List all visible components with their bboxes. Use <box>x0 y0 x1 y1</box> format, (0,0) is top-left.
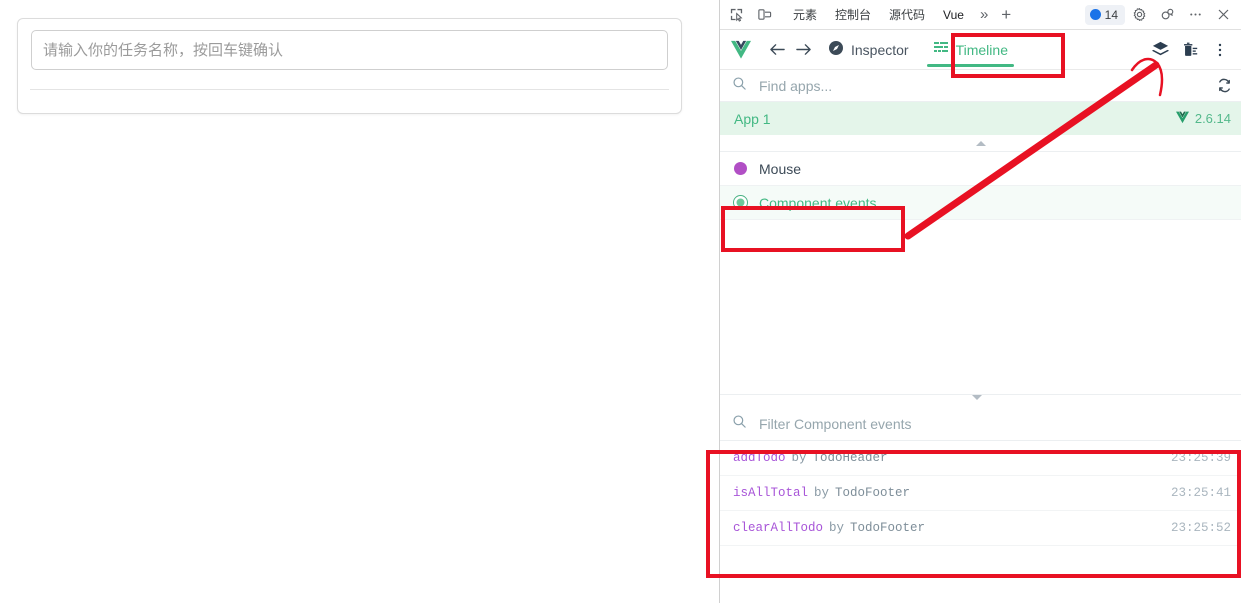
event-by-label: by <box>814 486 830 500</box>
feedback-icon[interactable] <box>1153 2 1181 28</box>
inspect-element-icon[interactable] <box>722 2 750 28</box>
screen: 元素 控制台 源代码 Vue » + 14 <box>0 0 1241 603</box>
forward-arrow-icon[interactable] <box>790 37 816 63</box>
timeline-layer-label: Component events <box>759 194 877 211</box>
vue-devtools-toolbar: Inspector Timeline <box>720 30 1241 70</box>
find-apps-row <box>720 70 1241 102</box>
issues-count: 14 <box>1104 7 1118 22</box>
web-page-pane <box>0 0 719 603</box>
event-component: TodoFooter <box>835 486 911 500</box>
event-time: 23:25:39 <box>1170 451 1231 465</box>
layer-color-dot-icon <box>734 196 747 209</box>
search-icon <box>732 76 747 96</box>
close-icon[interactable] <box>1209 2 1237 28</box>
event-by-label: by <box>829 521 845 535</box>
event-name: addTodo <box>733 451 786 465</box>
event-row[interactable]: addTodo by TodoHeader 23:25:39 <box>720 441 1241 476</box>
timeline-grid-icon <box>933 41 949 58</box>
event-by-label: by <box>791 451 807 465</box>
vue-logo-icon <box>730 40 752 60</box>
chevron-down-icon <box>971 395 982 400</box>
event-list: addTodo by TodoHeader 23:25:39 isAllTota… <box>720 440 1241 546</box>
tab-inspector[interactable]: Inspector <box>816 30 921 70</box>
timeline-layer-component-events[interactable]: Component events <box>720 186 1241 220</box>
devtools-tabbar-actions: 14 <box>1084 2 1241 28</box>
tab-inspector-label: Inspector <box>851 41 909 58</box>
app-version: 2.6.14 <box>1175 111 1231 127</box>
devtools-tabbar: 元素 控制台 源代码 Vue » + 14 <box>720 0 1241 30</box>
timeline-layers: Mouse Component events <box>720 135 1241 394</box>
event-component: TodoHeader <box>812 451 888 465</box>
event-pane-resize-handle[interactable] <box>720 394 1241 408</box>
tab-vue[interactable]: Vue <box>934 0 973 29</box>
timeline-layer-label: Mouse <box>759 160 802 177</box>
event-time: 23:25:41 <box>1170 486 1231 500</box>
event-time: 23:25:52 <box>1170 521 1231 535</box>
issue-dot-icon <box>1089 9 1101 20</box>
vertical-dots-icon[interactable] <box>1206 36 1234 64</box>
layers-collapse-handle[interactable] <box>720 135 1241 152</box>
add-tab-button[interactable]: + <box>995 1 1017 29</box>
event-filter-input[interactable] <box>757 415 1241 433</box>
device-toolbar-icon[interactable] <box>750 2 778 28</box>
event-name: isAllTotal <box>733 486 809 500</box>
refresh-icon[interactable] <box>1207 71 1241 101</box>
issues-badge[interactable]: 14 <box>1084 4 1125 25</box>
gear-icon[interactable] <box>1125 2 1153 28</box>
todo-card <box>17 18 682 114</box>
devtools-panel: 元素 控制台 源代码 Vue » + 14 Inspector Timeline… <box>720 0 1241 603</box>
tab-elements[interactable]: 元素 <box>784 1 826 29</box>
more-options-icon[interactable] <box>1181 2 1209 28</box>
layer-color-dot-icon <box>734 162 747 175</box>
event-row[interactable]: clearAllTodo by TodoFooter 23:25:52 <box>720 511 1241 546</box>
timeline-layer-mouse[interactable]: Mouse <box>720 152 1241 186</box>
app-name: App 1 <box>734 110 771 127</box>
vue-logo-icon <box>1175 111 1190 127</box>
chevron-up-icon <box>975 140 986 146</box>
event-row[interactable]: isAllTotal by TodoFooter 23:25:41 <box>720 476 1241 511</box>
tab-timeline-label: Timeline <box>955 41 1008 58</box>
todo-divider <box>30 89 669 90</box>
event-component: TodoFooter <box>850 521 926 535</box>
compass-icon <box>828 40 844 59</box>
vue-toolbar-actions <box>1146 36 1241 64</box>
app-selector-row[interactable]: App 1 2.6.14 <box>720 102 1241 135</box>
event-filter-row <box>720 408 1241 440</box>
trash-clear-icon[interactable] <box>1176 36 1204 64</box>
timeline-track-area[interactable] <box>720 220 1241 394</box>
layers-icon[interactable] <box>1146 36 1174 64</box>
event-name: clearAllTodo <box>733 521 824 535</box>
tab-timeline[interactable]: Timeline <box>921 30 1020 70</box>
find-apps-input[interactable] <box>757 76 1207 95</box>
more-tabs-button[interactable]: » <box>973 1 995 29</box>
tab-console[interactable]: 控制台 <box>826 1 880 29</box>
tab-sources[interactable]: 源代码 <box>880 1 934 29</box>
app-version-label: 2.6.14 <box>1194 111 1231 126</box>
todo-title-input[interactable] <box>31 30 668 70</box>
search-icon <box>732 414 747 434</box>
back-arrow-icon[interactable] <box>764 37 790 63</box>
